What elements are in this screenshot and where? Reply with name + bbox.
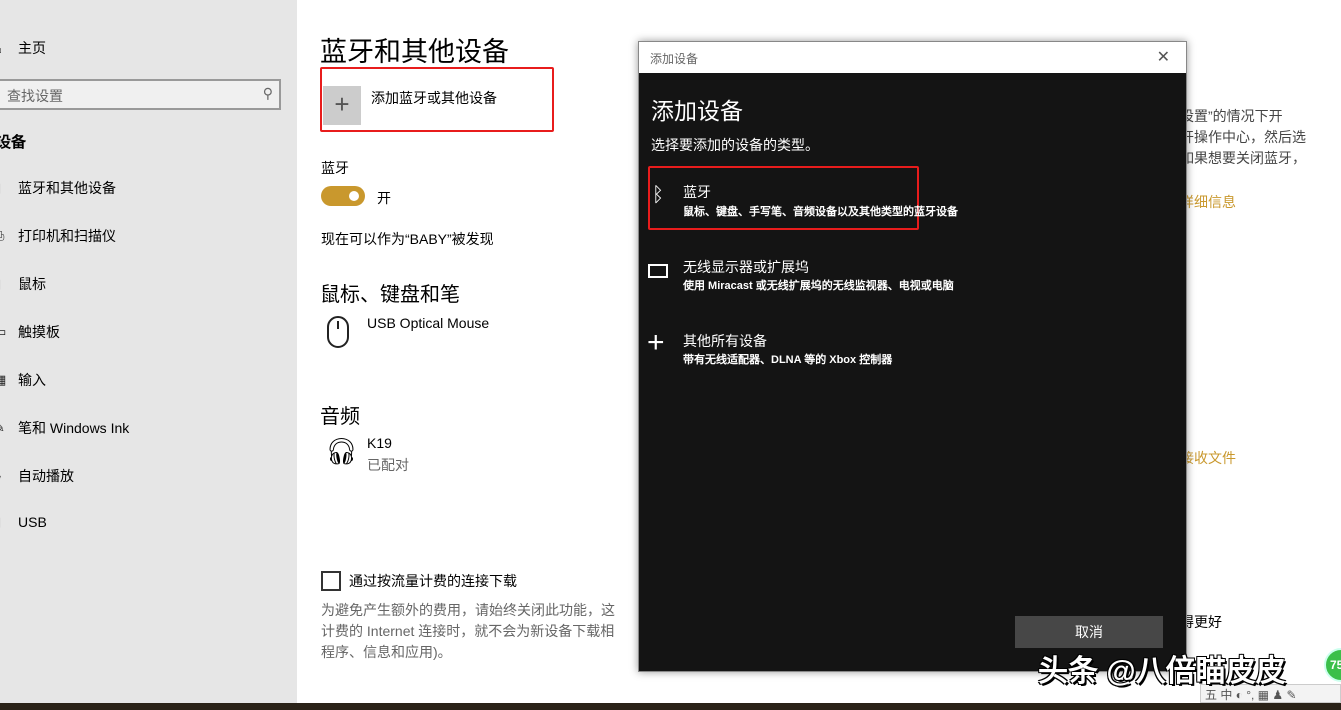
- home-icon: ⌂: [0, 41, 18, 56]
- add-device-plus-icon[interactable]: +: [323, 86, 361, 125]
- sidebar-item-printers[interactable]: ⎙打印机和扫描仪: [0, 226, 116, 246]
- speed-badge[interactable]: 75: [1324, 648, 1341, 682]
- monitor-icon: [648, 264, 668, 278]
- audio-device[interactable]: K19: [367, 435, 392, 451]
- add-device-dialog: 添加设备 ✕ 添加设备 选择要添加的设备的类型。 ᛒ 蓝牙 鼠标、键盘、手写笔、音…: [638, 41, 1187, 672]
- metered-description: 为避免产生额外的费用，请始终关闭此功能，这 计费的 Internet 连接时，就…: [321, 602, 615, 660]
- bluetooth-icon: ᛒ: [652, 184, 664, 206]
- bluetooth-state: 开: [377, 190, 391, 206]
- dialog-heading: 添加设备: [651, 98, 743, 124]
- sidebar-item-usb[interactable]: ▯USB: [0, 514, 47, 530]
- cancel-button[interactable]: 取消: [1015, 616, 1163, 648]
- discoverable-text: 现在可以作为“BABY”被发现: [321, 231, 494, 247]
- mouse-device[interactable]: USB Optical Mouse: [367, 315, 489, 331]
- sidebar-item-typing[interactable]: ▦ 输入: [0, 370, 46, 390]
- taskbar: [0, 703, 1341, 710]
- bluetooth-label: 蓝牙: [321, 160, 349, 176]
- touchpad-icon: ▭: [0, 324, 7, 339]
- dialog-subtitle: 选择要添加的设备的类型。: [651, 137, 819, 153]
- audio-status: 已配对: [367, 457, 409, 473]
- mouse-section-title: 鼠标、键盘和笔: [320, 284, 460, 306]
- search-input[interactable]: 查找设置 ⚲: [0, 79, 281, 110]
- close-icon[interactable]: ✕: [1157, 47, 1170, 67]
- details-link[interactable]: 详细信息: [1180, 192, 1236, 212]
- sidebar-item-bluetooth[interactable]: ▯蓝牙和其他设备: [0, 178, 116, 198]
- autoplay-icon: ◔: [0, 469, 18, 484]
- plus-icon: +: [647, 326, 665, 359]
- sidebar-item-pen[interactable]: ✎笔和 Windows Ink: [0, 418, 129, 438]
- sidebar-item-autoplay[interactable]: ◔自动播放: [0, 466, 74, 486]
- page-title: 蓝牙和其他设备: [320, 37, 509, 67]
- receive-files-link[interactable]: 接收文件: [1180, 448, 1236, 468]
- mouse-icon: ▯: [0, 276, 18, 292]
- headset-icon: 🎧︎: [325, 436, 359, 466]
- sidebar-home[interactable]: ⌂主页: [0, 38, 46, 58]
- add-device-button[interactable]: 添加蓝牙或其他设备: [371, 88, 497, 108]
- pen-icon: ✎: [0, 420, 18, 436]
- search-icon[interactable]: ⚲: [263, 85, 273, 102]
- usb-icon: ▯: [0, 514, 18, 530]
- dialog-titlebar: 添加设备 ✕: [639, 42, 1186, 73]
- audio-section-title: 音频: [320, 406, 360, 428]
- metered-label: 通过按流量计费的连接下载: [349, 573, 517, 589]
- sidebar-item-touchpad[interactable]: ▭ 触摸板: [0, 322, 60, 342]
- sidebar-section-title: 设备: [0, 134, 27, 151]
- printer-icon: ⎙: [0, 228, 18, 244]
- sidebar-item-mouse[interactable]: ▯鼠标: [0, 274, 46, 294]
- sidebar: ⌂主页 查找设置⚲ 设备 ▯蓝牙和其他设备 ⎙打印机和扫描仪 ▯鼠标 ▭触摸板 …: [0, 0, 297, 703]
- keyboard-icon: ▦: [0, 372, 7, 387]
- mouse-icon: [327, 316, 349, 348]
- right-help-text: 设置”的情况下开 开操作中心，然后选 如果想要关闭蓝牙，: [1180, 108, 1306, 166]
- bluetooth-devices-icon: ▯: [0, 180, 18, 196]
- bluetooth-toggle[interactable]: [321, 186, 365, 206]
- metered-checkbox[interactable]: [321, 571, 341, 591]
- watermark: 头条 @八倍瞄皮皮: [1038, 655, 1286, 688]
